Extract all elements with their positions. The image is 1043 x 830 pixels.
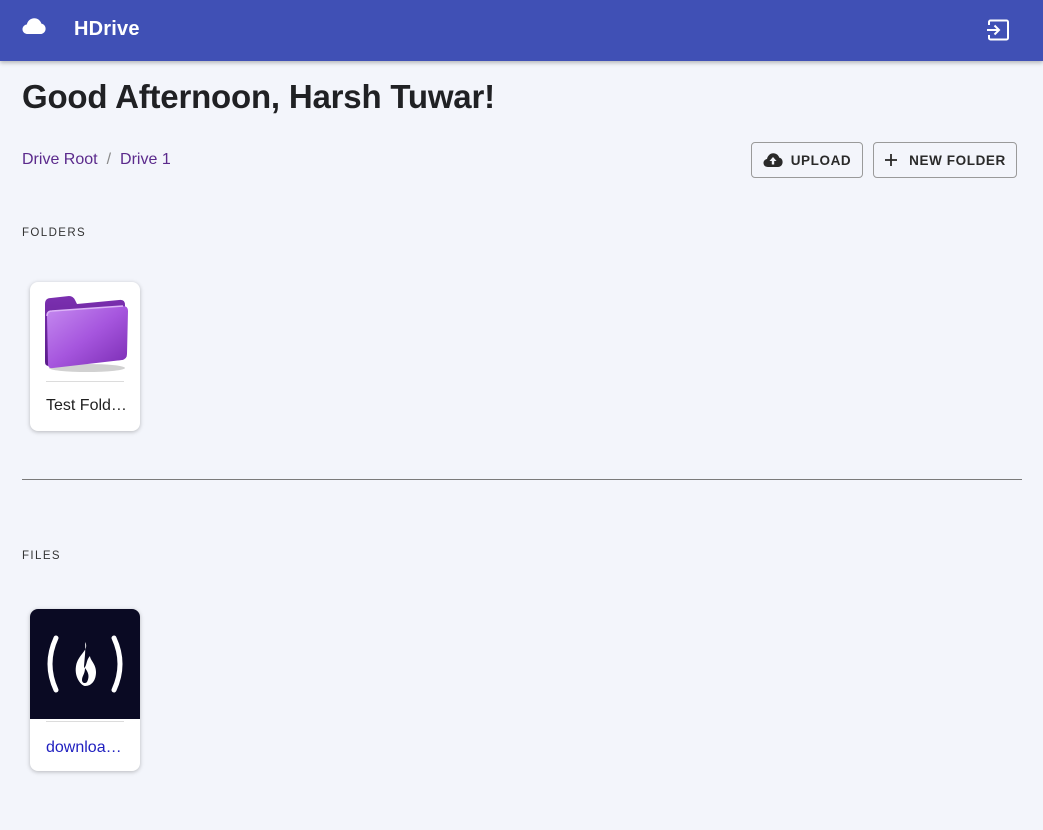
greeting-heading: Good Afternoon, Harsh Tuwar! — [22, 78, 495, 115]
breadcrumb-separator: / — [106, 151, 112, 168]
plus-icon — [885, 154, 898, 166]
upload-button[interactable]: UPLOAD — [751, 142, 863, 178]
new-folder-button-label: NEW FOLDER — [909, 152, 1006, 168]
file-thumbnail — [30, 609, 140, 719]
app-title: HDrive — [74, 18, 140, 40]
folder-thumbnail — [30, 282, 140, 377]
cloud-upload-icon — [763, 153, 783, 167]
folder-name: Test Fold… — [46, 397, 127, 414]
breadcrumb-item-drive-root[interactable]: Drive Root — [22, 151, 98, 169]
app-bar: HDrive — [0, 0, 1043, 61]
files-section-label: FILES — [22, 550, 61, 562]
cloud-icon[interactable] — [22, 17, 46, 35]
logout-icon[interactable] — [985, 17, 1011, 43]
folders-section-label: FOLDERS — [22, 227, 87, 239]
section-divider — [22, 479, 1022, 480]
folder-card[interactable]: Test Fold… — [30, 282, 140, 431]
folder-icon — [45, 295, 128, 372]
freecodecamp-logo-icon — [47, 635, 123, 693]
file-card[interactable]: downloa… — [30, 609, 140, 771]
upload-button-label: UPLOAD — [790, 152, 852, 168]
file-name[interactable]: downloa… — [30, 722, 140, 757]
breadcrumb: Drive Root / Drive 1 — [22, 151, 171, 169]
new-folder-button[interactable]: NEW FOLDER — [873, 142, 1017, 178]
breadcrumb-item-drive-1[interactable]: Drive 1 — [120, 151, 171, 169]
